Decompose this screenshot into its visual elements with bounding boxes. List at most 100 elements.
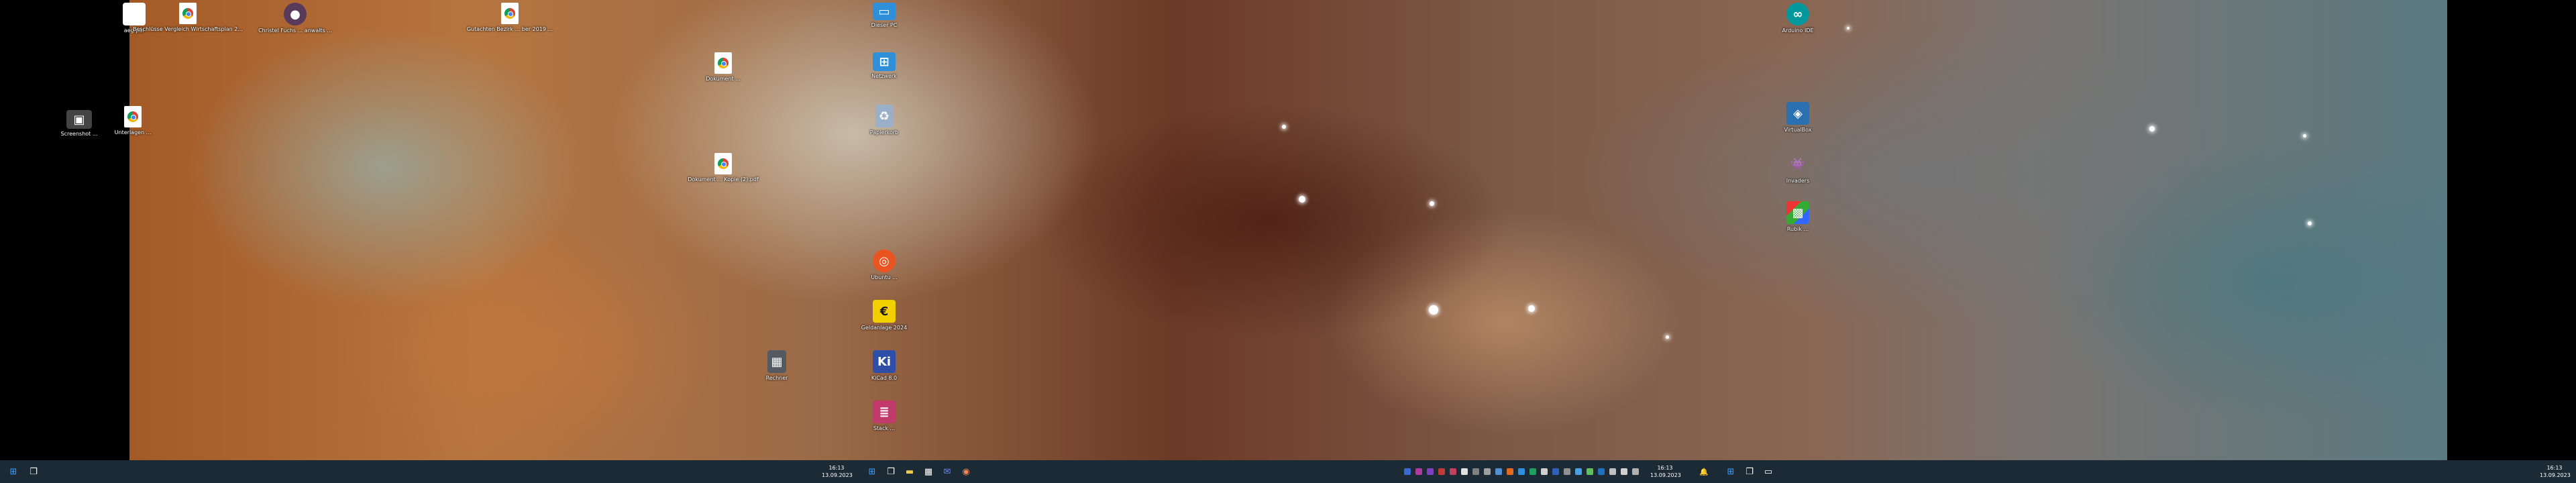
calculator-taskbar-icon[interactable]: ▦: [920, 464, 936, 480]
document-icon: ≡: [123, 3, 146, 25]
chrome-document-icon: [179, 3, 197, 24]
clock-date: 13.09.2023: [822, 472, 853, 478]
desktop-icon-label: Ubuntu ...: [871, 274, 898, 280]
tray-icon[interactable]: [1541, 468, 1548, 475]
desktop-icon-this-pc[interactable]: ▭ Dieser PC: [851, 3, 918, 29]
task-view-icon[interactable]: ❐: [883, 464, 899, 480]
task-view-icon[interactable]: ❐: [25, 464, 42, 480]
desktop-icon-stack[interactable]: ≣ Stack ...: [851, 400, 918, 432]
image-thumbnail-icon: ▣: [66, 110, 92, 129]
avatar-icon: ●: [284, 3, 307, 25]
mail-icon[interactable]: ✉: [939, 464, 955, 480]
tray-icon[interactable]: [1552, 468, 1559, 475]
desktop-icon-label: Arduino IDE: [1782, 28, 1814, 34]
monitor-icon: ▭: [873, 3, 896, 20]
task-view-icon[interactable]: ❐: [1741, 464, 1758, 480]
desktop-icon-chrome5[interactable]: Unterlagen ...: [99, 106, 166, 136]
window-icon[interactable]: ▭: [1760, 464, 1776, 480]
tray-icon[interactable]: [1575, 468, 1582, 475]
star: [1666, 335, 1669, 339]
taskbar-clock-right[interactable]: 16:13 13.09.2023: [2540, 464, 2571, 479]
desktop-icon-ubuntu[interactable]: ◎ Ubuntu ...: [851, 250, 918, 281]
desktop-icon-euro[interactable]: € Geldanlage 2024: [851, 300, 918, 331]
desktop-icon-label: Stack ...: [873, 425, 896, 431]
desktop-icon-arduino[interactable]: ∞ Arduino IDE: [1764, 3, 1831, 34]
star: [2303, 134, 2306, 138]
tray-icon[interactable]: [1461, 468, 1468, 475]
desktop-icon-person[interactable]: ● Christel Fuchs ... anwalts ...: [258, 3, 332, 34]
desktop-icon-chrome3[interactable]: Dokument ...: [690, 52, 757, 83]
tray-icon[interactable]: [1564, 468, 1570, 475]
tray-icon[interactable]: [1484, 468, 1491, 475]
star: [1282, 125, 1286, 129]
desktop-icon-label: Screenshot ...: [60, 131, 98, 137]
clock-date: 13.09.2023: [1650, 472, 1681, 478]
tray-icon[interactable]: [1495, 468, 1502, 475]
tray-icon[interactable]: [1632, 468, 1639, 475]
tray-icon[interactable]: [1598, 468, 1605, 475]
ubuntu-icon: ◎: [873, 250, 896, 272]
desktop-icon-chrome4[interactable]: Dokument ... Kopie (2).pdf: [688, 153, 759, 183]
star: [1429, 305, 1438, 315]
recycle-bin-icon: ♻: [875, 105, 893, 127]
desktop-icon-label: Gutachten Bezirk ... ber 2019 ...: [466, 26, 553, 32]
tray-icon[interactable]: [1415, 468, 1422, 475]
notification-bell-icon[interactable]: 🔔: [1696, 464, 1712, 480]
tray-icon[interactable]: [1518, 468, 1525, 475]
desktop-icon-label: Dokument ... Kopie (2).pdf: [688, 176, 759, 182]
arduino-icon: ∞: [1786, 3, 1809, 25]
cube-icon: ◈: [1786, 102, 1809, 125]
windows-start-icon[interactable]: ⊞: [1723, 464, 1739, 480]
tray-icon[interactable]: [1404, 468, 1411, 475]
desktop-icon-label: Unterlagen ...: [114, 129, 152, 136]
star: [1528, 305, 1535, 312]
desktop-icon-rubik[interactable]: ▩ Rubik ...: [1764, 201, 1831, 233]
desktop-icon-virtualbox[interactable]: ◈ VirtualBox: [1764, 102, 1831, 133]
clock-time: 16:13: [1657, 465, 1673, 471]
tray-icon[interactable]: [1507, 468, 1513, 475]
tray-icon[interactable]: [1621, 468, 1627, 475]
desktop-icon-label: Dokument ...: [706, 76, 741, 82]
desktop-icon-chrome2[interactable]: Gutachten Bezirk ... ber 2019 ...: [467, 3, 553, 33]
tray-icon[interactable]: [1587, 468, 1593, 475]
desktop-icon-label: VirtualBox: [1784, 127, 1812, 133]
star: [1299, 196, 1305, 203]
desktop-icon-kicad[interactable]: Ki KiCad 8.0: [851, 350, 918, 382]
star: [1847, 27, 1849, 30]
chrome-document-icon: [501, 3, 519, 24]
desktop-icon-invaders[interactable]: 👾 Invaders: [1764, 153, 1831, 184]
kicad-icon: Ki: [873, 350, 896, 373]
desktop-icon-label: Invaders: [1786, 178, 1810, 184]
tray-icon[interactable]: [1472, 468, 1479, 475]
network-icon: ⊞: [873, 52, 896, 71]
desktop-icon-recycle-bin[interactable]: ♻ Papierkorb: [851, 105, 918, 136]
windows-start-icon[interactable]: ⊞: [864, 464, 880, 480]
desktop-icon-label: Netzwerk: [871, 73, 897, 79]
desktop-icon-label: KiCad 8.0: [871, 375, 898, 381]
tray-icon[interactable]: [1427, 468, 1434, 475]
star: [2308, 221, 2312, 225]
desktop-icon-chrome1[interactable]: Beschlüsse Vergleich Wirtschaftsplan 2..…: [133, 3, 243, 33]
taskbar-clock-center[interactable]: 16:13 13.09.2023: [1650, 464, 1681, 479]
euro-icon: €: [873, 300, 896, 323]
desktop-icon-calculator[interactable]: ▦ Rechner: [743, 350, 810, 382]
tray-icon[interactable]: [1609, 468, 1616, 475]
desktop-icon-label: Christel Fuchs ... anwalts ...: [258, 28, 332, 34]
clock-date: 13.09.2023: [2540, 472, 2571, 478]
star: [1430, 201, 1434, 206]
file-explorer-icon[interactable]: ▬: [902, 464, 918, 480]
chrome-icon[interactable]: ◉: [958, 464, 974, 480]
windows-start-icon[interactable]: ⊞: [5, 464, 21, 480]
desktop-icon-label: Papierkorb: [869, 129, 899, 136]
tray-icon[interactable]: [1438, 468, 1445, 475]
desktop-icon-label: Rechner: [765, 375, 788, 381]
desktop-icon-network[interactable]: ⊞ Netzwerk: [851, 52, 918, 80]
chrome-document-icon: [714, 153, 732, 174]
calculator-icon: ▦: [767, 350, 786, 373]
star: [2149, 126, 2155, 131]
tray-icon[interactable]: [1450, 468, 1456, 475]
taskbar-clock-left[interactable]: 16:13 13.09.2023: [822, 464, 853, 479]
taskbar: ⊞ ❐ 16:13 13.09.2023 ⊞ ❐ ▬ ▦ ✉ ◉ 16:13 1…: [0, 460, 2576, 483]
tray-icon[interactable]: [1529, 468, 1536, 475]
desktop-icon-label: Rubik ...: [1786, 226, 1809, 232]
